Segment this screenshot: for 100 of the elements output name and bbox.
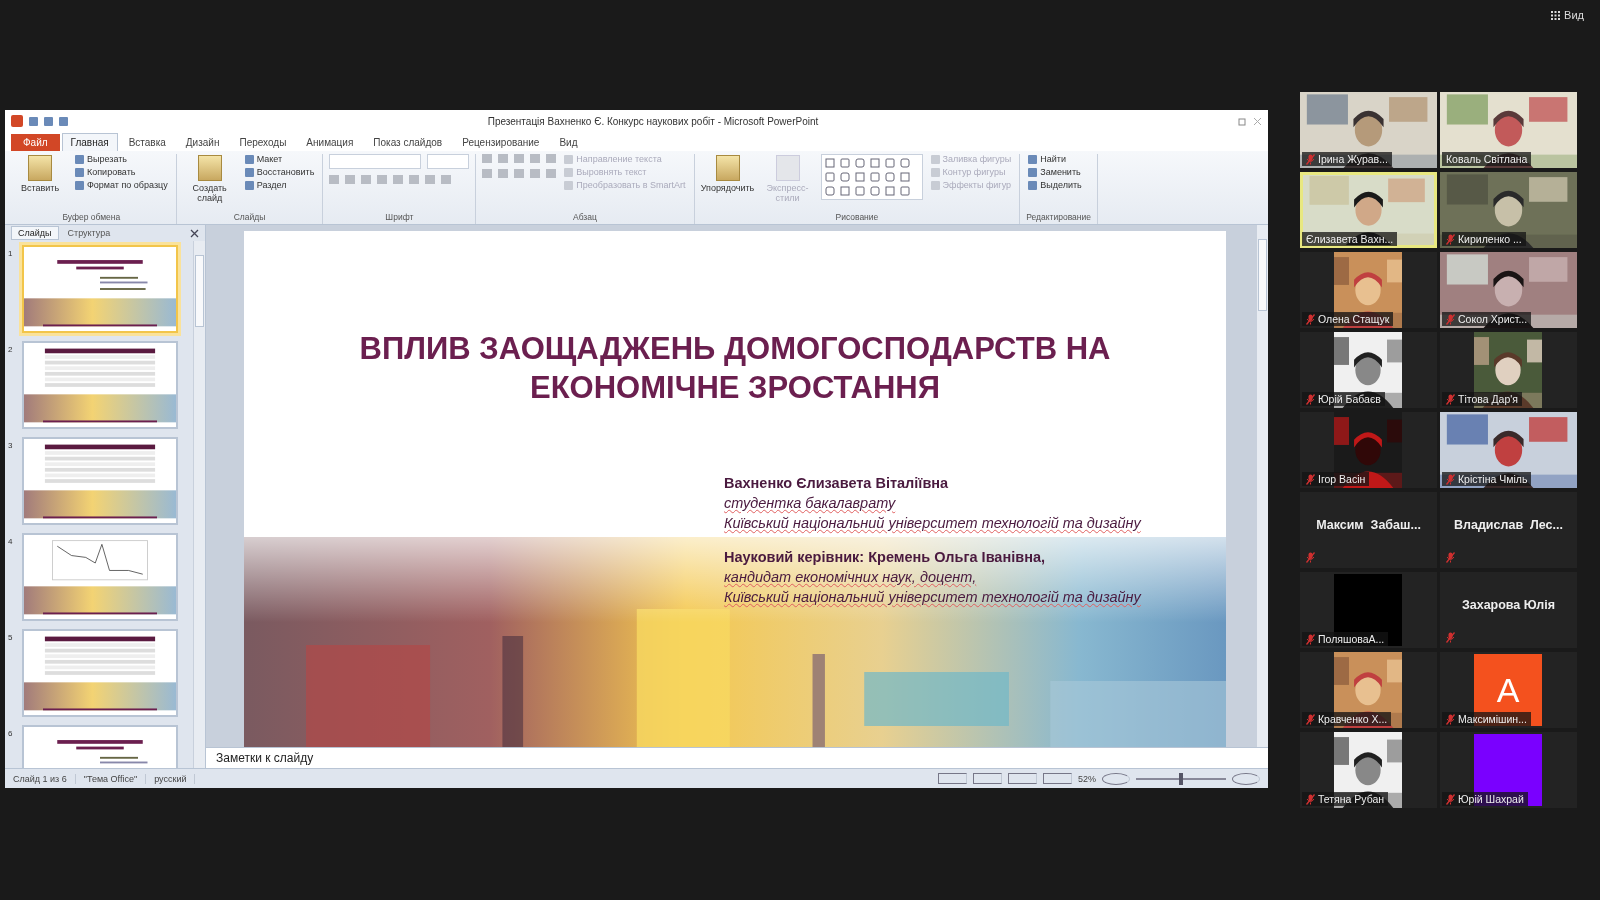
grid-icon [1551,10,1561,20]
ribbon-icon [715,155,740,181]
slide-text: Київський національний університет технологій та дизайну [724,515,1143,531]
participant-name: Коваль Світлана [1446,153,1528,165]
participant-name: Максим Забаш... [1315,518,1422,532]
slide-number: 4 [7,536,14,546]
video-tile[interactable]: Єлизавета Вахн... [1300,172,1437,248]
video-tile[interactable]: Кириленко ... [1440,172,1577,248]
slide-thumbnail[interactable] [22,629,178,717]
window-title: Презентація Вахненко Є. Конкурс наукових робіт - Microsoft PowerPoint [486,115,820,127]
ribbon-button[interactable]: Выделить [1026,180,1084,190]
video-tile[interactable]: Тітова Дар'я [1440,332,1577,408]
muted-mic-icon [1446,313,1455,325]
ribbon-button[interactable]: Найти [1026,154,1084,164]
muted-mic-icon [1306,793,1315,805]
ribbon-button[interactable]: Создать слайд [182,154,237,204]
zoom-percent: 52% [1078,773,1096,784]
video-tile[interactable]: Сокол Христ... [1440,252,1577,328]
video-tile[interactable]: Тетяна Рубан [1300,732,1437,808]
ribbon-tab[interactable]: Вид [550,133,587,151]
participant-name: Тетяна Рубан [1318,793,1385,805]
pane-tab[interactable]: Структура [60,226,118,240]
theme-name: "Тема Office" [75,773,147,784]
scrollbar-thumb[interactable] [1258,239,1267,311]
participant-name: Юрій Шахрай [1458,793,1524,805]
participant-name: Захарова Юлія [1460,598,1557,612]
video-tile[interactable]: Коваль Світлана [1440,92,1577,168]
video-tile[interactable]: Захарова Юлія [1440,572,1577,648]
video-tile[interactable]: Юрій Бабаєв [1300,332,1437,408]
muted-mic-icon [1446,233,1455,245]
ribbon-tab[interactable]: Рецензирование [453,133,549,151]
ribbon-button[interactable]: Вставить [13,154,67,194]
ribbon-button[interactable]: Раздел [242,180,317,190]
slide-title: ЕКОНОМІЧНЕ ЗРОСТАННЯ [530,369,940,407]
view-button[interactable]: Вид [1547,7,1588,23]
participant-name: Юрій Бабаєв [1318,393,1381,405]
participant-name: Ігор Васін [1318,473,1366,485]
group-label: Слайды [232,212,267,224]
ribbon-button[interactable]: Упорядочить [700,154,755,194]
muted-mic-icon [1446,713,1455,725]
slide-thumbnail[interactable] [22,533,178,621]
restore-icon[interactable] [1238,116,1247,126]
scrollbar-thumb[interactable] [195,255,204,327]
ribbon-tab[interactable]: Главная [61,133,118,151]
ribbon-icon [775,155,800,181]
font-name-field[interactable] [329,154,422,169]
video-tile[interactable]: Юрій Шахрай [1440,732,1577,808]
slide-text: Київський національний університет технологій та дизайну [724,589,1143,605]
app-icon [11,115,23,127]
slide-text: студентка бакалаврату [724,495,897,511]
video-tile[interactable]: Владислав Лес... [1440,492,1577,568]
ribbon-icon [197,155,222,181]
muted-mic-icon [1306,473,1315,485]
ribbon-button[interactable]: Вырезать [73,154,170,164]
participant-name: Кравченко Х... [1318,713,1388,725]
slide-counter: Слайд 1 из 6 [5,773,76,784]
ribbon-button[interactable]: Копировать [73,167,170,177]
video-tile[interactable]: A Максимішин... [1440,652,1577,728]
file-tab[interactable]: Файл [11,134,60,151]
slide-title: ВПЛИВ ЗАОЩАДЖЕНЬ ДОМОГОСПОДАРСТВ НА [359,330,1111,368]
video-tile[interactable]: Кравченко Х... [1300,652,1437,728]
ribbon-tab[interactable]: Анимация [297,133,363,151]
muted-mic-icon [1306,393,1315,405]
ribbon-tab[interactable]: Дизайн [176,133,229,151]
slide-number: 6 [7,728,14,738]
slide-thumbnail[interactable] [22,437,178,525]
slide-thumbnail[interactable] [22,341,178,429]
video-tile[interactable]: Ігор Васін [1300,412,1437,488]
video-tile[interactable]: Максим Забаш... [1300,492,1437,568]
group-label: Шрифт [384,212,415,224]
slide-thumbnail[interactable] [22,245,178,333]
participant-name: Єлизавета Вахн... [1306,233,1394,245]
muted-mic-icon [1446,393,1455,405]
pane-tab[interactable]: Слайды [11,226,59,240]
slide-number: 2 [7,344,14,354]
participant-name: Сокол Христ... [1458,313,1528,325]
zoom-slider-thumb[interactable] [1179,772,1183,785]
ribbon-button[interactable]: Заменить [1026,167,1084,177]
slide-text: кандидат економічних наук, доцент, [724,569,978,585]
muted-mic-icon [1306,552,1315,563]
muted-mic-icon [1306,713,1315,725]
muted-mic-icon [1446,632,1455,643]
shapes-gallery[interactable] [820,154,923,200]
font-size-field[interactable] [427,154,470,169]
ribbon-tab[interactable]: Показ слайдов [364,133,452,151]
close-icon[interactable] [190,228,199,238]
ribbon-tab[interactable]: Вставка [119,133,175,151]
group-label: Рисование [834,212,880,224]
ribbon-button[interactable]: Макет [242,154,317,164]
muted-mic-icon [1446,793,1455,805]
muted-mic-icon [1446,552,1455,563]
video-tile[interactable]: Крістіна Чміль [1440,412,1577,488]
video-tile[interactable]: ПоляшоваА... [1300,572,1437,648]
ribbon-button[interactable]: Формат по образцу [73,180,170,190]
participant-name: Ірина Журав... [1318,153,1388,165]
ribbon-tab[interactable]: Переходы [230,133,296,151]
ribbon-button[interactable]: Восстановить [242,167,317,177]
participant-name: Тітова Дар'я [1458,393,1518,405]
video-tile[interactable]: Ірина Журав... [1300,92,1437,168]
video-tile[interactable]: Олена Стащук [1300,252,1437,328]
